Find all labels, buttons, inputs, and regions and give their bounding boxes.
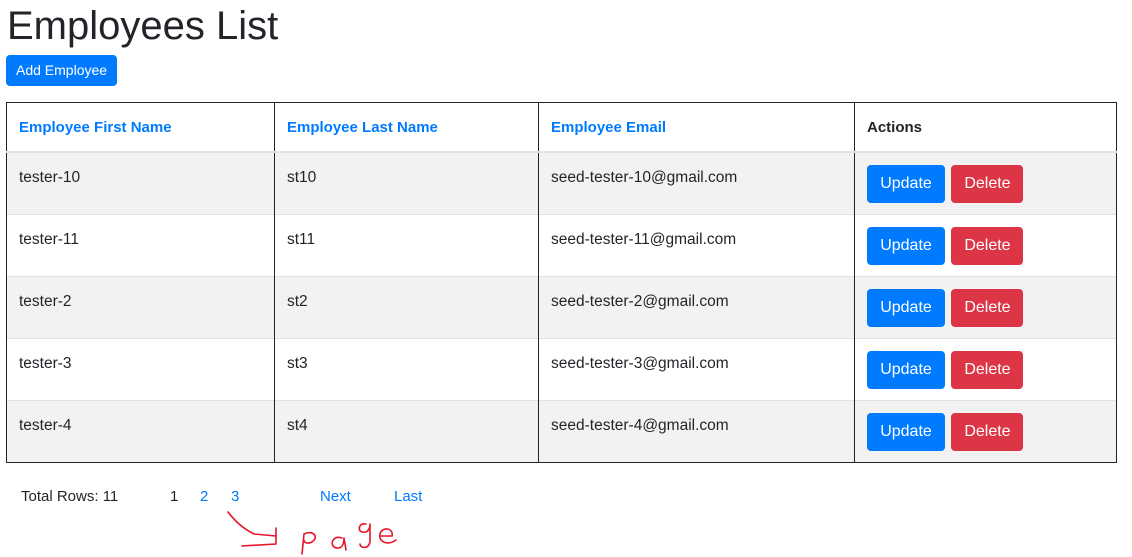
page-link-3[interactable]: 3 xyxy=(231,486,239,508)
cell-first-name: tester-4 xyxy=(6,399,275,462)
page-link-1[interactable]: 1 xyxy=(170,486,178,508)
cell-email: seed-tester-10@gmail.com xyxy=(538,151,855,214)
update-button[interactable]: Update xyxy=(867,288,945,327)
page-link-2[interactable]: 2 xyxy=(200,486,208,508)
column-header-email[interactable]: Employee Email xyxy=(538,102,855,153)
table-header-row: Employee First Name Employee Last Name E… xyxy=(6,102,1117,153)
cell-email: seed-tester-3@gmail.com xyxy=(538,337,855,400)
cell-last-name: st3 xyxy=(274,337,539,400)
update-button[interactable]: Update xyxy=(867,226,945,265)
cell-email: seed-tester-2@gmail.com xyxy=(538,275,855,338)
cell-email: seed-tester-11@gmail.com xyxy=(538,213,855,276)
table-row: tester-11 st11 seed-tester-11@gmail.com … xyxy=(6,213,1117,276)
next-page-link[interactable]: Next xyxy=(320,486,351,508)
column-header-last-name[interactable]: Employee Last Name xyxy=(274,102,539,153)
column-header-first-name[interactable]: Employee First Name xyxy=(6,102,275,153)
delete-button[interactable]: Delete xyxy=(951,350,1024,389)
table-row: tester-4 st4 seed-tester-4@gmail.com Upd… xyxy=(6,399,1117,462)
cell-last-name: st4 xyxy=(274,399,539,462)
cell-actions: Update Delete xyxy=(854,399,1117,462)
add-employee-button[interactable]: Add Employee xyxy=(6,55,118,86)
pagination-bar: Total Rows: 11 1 2 3 Next Last xyxy=(0,486,1132,510)
delete-button[interactable]: Delete xyxy=(951,165,1024,203)
total-rows-label: Total Rows: 11 xyxy=(21,488,119,505)
employees-page: Employees List Add Employee Employee Fir… xyxy=(0,0,1132,557)
delete-button[interactable]: Delete xyxy=(951,288,1024,327)
handwritten-page-annotation xyxy=(227,511,397,555)
table-row: tester-2 st2 seed-tester-2@gmail.com Upd… xyxy=(6,275,1117,338)
employees-table: Employee First Name Employee Last Name E… xyxy=(6,102,1117,463)
cell-actions: Update Delete xyxy=(854,275,1117,338)
update-button[interactable]: Update xyxy=(867,350,945,389)
column-header-actions: Actions xyxy=(854,102,1117,153)
cell-last-name: st11 xyxy=(274,213,539,276)
delete-button[interactable]: Delete xyxy=(951,226,1024,265)
table-row: tester-3 st3 seed-tester-3@gmail.com Upd… xyxy=(6,337,1117,400)
cell-first-name: tester-11 xyxy=(6,213,275,276)
last-page-link[interactable]: Last xyxy=(394,486,422,508)
delete-button[interactable]: Delete xyxy=(951,412,1024,451)
cell-actions: Update Delete xyxy=(854,213,1117,276)
cell-last-name: st2 xyxy=(274,275,539,338)
cell-email: seed-tester-4@gmail.com xyxy=(538,399,855,462)
cell-first-name: tester-3 xyxy=(6,337,275,400)
update-button[interactable]: Update xyxy=(867,412,945,451)
cell-first-name: tester-10 xyxy=(6,151,275,214)
cell-actions: Update Delete xyxy=(854,337,1117,400)
cell-last-name: st10 xyxy=(274,151,539,214)
update-button[interactable]: Update xyxy=(867,165,945,203)
table-row: tester-10 st10 seed-tester-10@gmail.com … xyxy=(6,151,1117,214)
cell-first-name: tester-2 xyxy=(6,275,275,338)
page-title: Employees List xyxy=(7,4,279,48)
cell-actions: Update Delete xyxy=(854,151,1117,214)
